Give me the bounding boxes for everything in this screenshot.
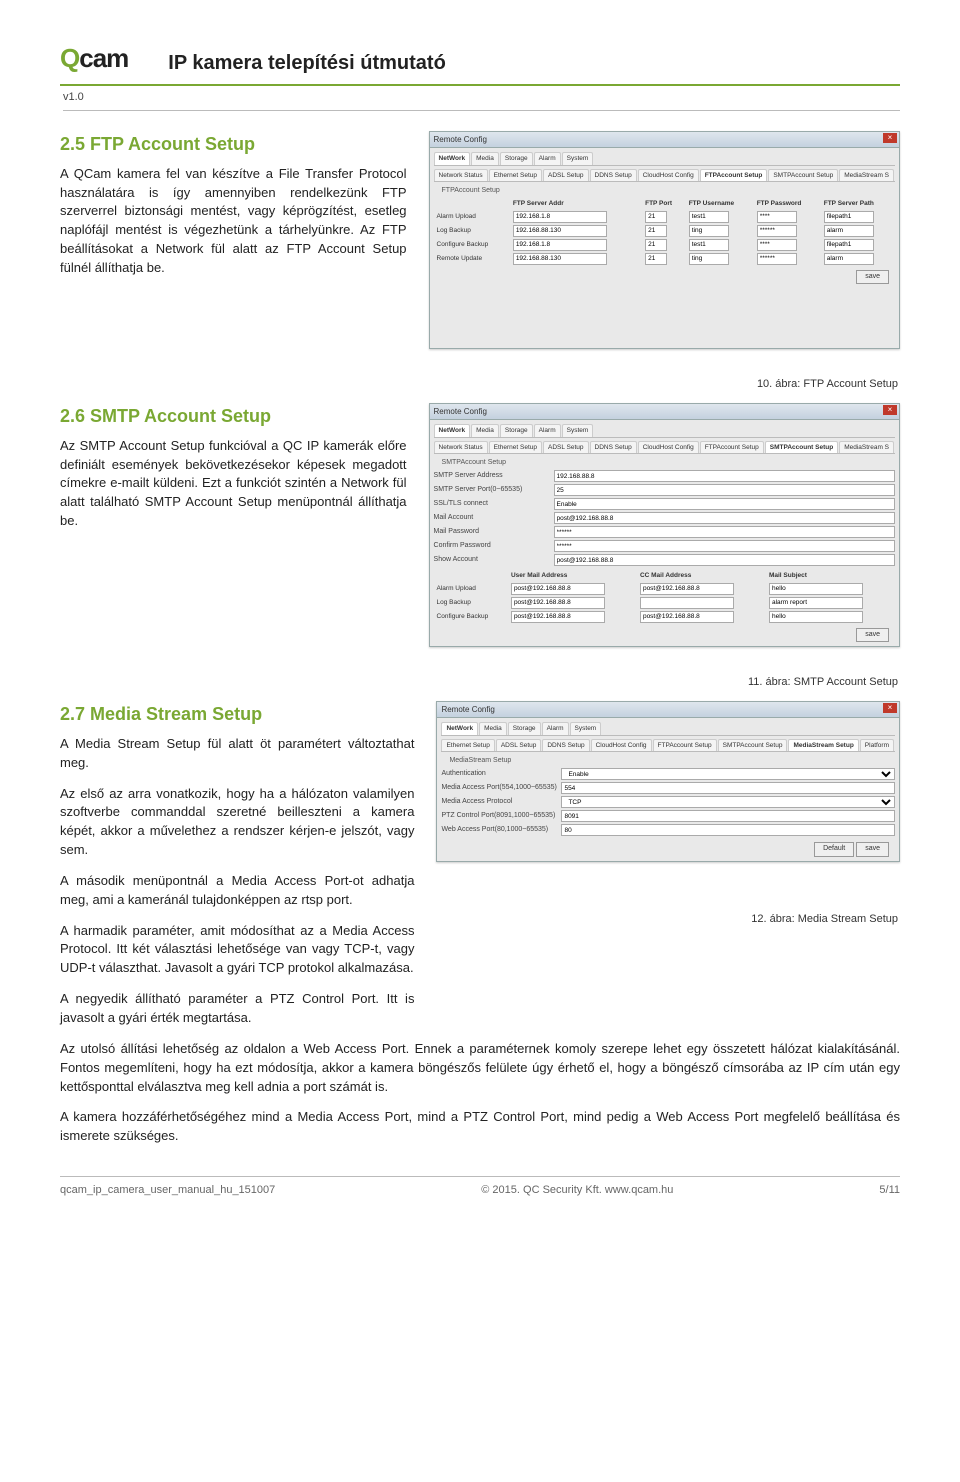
- body-2-7-p1: A Media Stream Setup fül alatt öt paramé…: [60, 735, 414, 773]
- body-2-7-p5: A negyedik állítható paraméter a PTZ Con…: [60, 990, 414, 1028]
- logo-suffix: cam: [79, 43, 128, 73]
- footer-left: qcam_ip_camera_user_manual_hu_151007: [60, 1183, 275, 1199]
- ssl-select[interactable]: [554, 498, 895, 510]
- screenshot-smtp: Remote Config× NetWork Media Storage Ala…: [429, 403, 900, 647]
- subtab[interactable]: SMTPAccount Setup: [768, 169, 838, 181]
- tab-system[interactable]: System: [562, 152, 594, 164]
- body-2-7-p4: A harmadik paraméter, amit módosíthat az…: [60, 922, 414, 979]
- logo: Qcam: [60, 40, 128, 78]
- ftp-server-input[interactable]: [513, 225, 607, 237]
- auth-select[interactable]: Enable: [561, 768, 895, 780]
- smtp-port-input[interactable]: [554, 484, 895, 496]
- subtab[interactable]: ADSL Setup: [543, 169, 589, 181]
- media-port-input[interactable]: [561, 782, 895, 794]
- web-port-input[interactable]: [561, 824, 895, 836]
- caption-10: 10. ábra: FTP Account Setup: [60, 377, 898, 393]
- tab-alarm[interactable]: Alarm: [534, 152, 561, 164]
- heading-2-5: 2.5 FTP Account Setup: [60, 131, 407, 157]
- ptz-port-input[interactable]: [561, 810, 895, 822]
- main-tabs: NetWork Media Storage Alarm System: [434, 152, 895, 165]
- protocol-select[interactable]: TCP: [561, 796, 895, 808]
- table-row: Configure Backup: [434, 238, 895, 252]
- caption-12: 12. ábra: Media Stream Setup: [436, 912, 898, 928]
- body-2-6: Az SMTP Account Setup funkcióval a QC IP…: [60, 437, 407, 531]
- ftp-table: FTP Server AddrFTP PortFTP UsernameFTP P…: [434, 198, 895, 265]
- subtab-ftp[interactable]: FTPAccount Setup: [700, 169, 768, 181]
- page-title: IP kamera telepítési útmutató: [168, 49, 446, 78]
- confirm-pass-input[interactable]: [554, 540, 895, 552]
- table-row: Log Backup: [434, 224, 895, 238]
- ftp-pass-input[interactable]: [757, 211, 797, 223]
- heading-2-7: 2.7 Media Stream Setup: [60, 701, 414, 727]
- subtab[interactable]: DDNS Setup: [590, 169, 637, 181]
- show-account-input[interactable]: [554, 554, 895, 566]
- body-2-7-p7: A kamera hozzáférhetőségéhez mind a Medi…: [60, 1108, 900, 1146]
- subtab[interactable]: Network Status: [434, 169, 488, 181]
- screenshot-media: Remote Config× NetWork Media Storage Ala…: [436, 701, 900, 862]
- close-icon[interactable]: ×: [883, 405, 897, 415]
- close-icon[interactable]: ×: [883, 703, 897, 713]
- version: v1.0: [63, 90, 900, 111]
- smtp-server-input[interactable]: [554, 470, 895, 482]
- default-button[interactable]: Default: [814, 842, 854, 856]
- ftp-user-input[interactable]: [689, 211, 729, 223]
- heading-2-6: 2.6 SMTP Account Setup: [60, 403, 407, 429]
- page-header: Qcam IP kamera telepítési útmutató: [60, 40, 900, 86]
- tab-network[interactable]: NetWork: [434, 152, 471, 164]
- table-row: Remote Update: [434, 252, 895, 266]
- subtab[interactable]: Ethernet Setup: [489, 169, 542, 181]
- subtab[interactable]: CloudHost Config: [638, 169, 699, 181]
- subtab[interactable]: MediaStream S: [839, 169, 894, 181]
- body-2-7-p3: A második menüpontnál a Media Access Por…: [60, 872, 414, 910]
- tab-media[interactable]: Media: [471, 152, 499, 164]
- mail-pass-input[interactable]: [554, 526, 895, 538]
- page-footer: qcam_ip_camera_user_manual_hu_151007 © 2…: [60, 1176, 900, 1199]
- logo-q: Q: [60, 43, 79, 73]
- window-title: Remote Config×: [430, 132, 899, 149]
- footer-right: 5/11: [879, 1183, 900, 1199]
- tab-storage[interactable]: Storage: [500, 152, 533, 164]
- table-row: Alarm Upload: [434, 210, 895, 224]
- save-button[interactable]: save: [856, 628, 889, 642]
- save-button[interactable]: save: [856, 842, 889, 856]
- ftp-path-input[interactable]: [824, 211, 874, 223]
- body-2-5: A QCam kamera fel van készítve a File Tr…: [60, 165, 407, 278]
- caption-11: 11. ábra: SMTP Account Setup: [60, 675, 898, 691]
- save-button[interactable]: save: [856, 270, 889, 284]
- mail-account-input[interactable]: [554, 512, 895, 524]
- panel-label: FTPAccount Setup: [442, 186, 895, 196]
- ftp-port-input[interactable]: [645, 211, 667, 223]
- ftp-server-input[interactable]: [513, 211, 607, 223]
- body-2-7-p2: Az első az arra vonatkozik, hogy ha a há…: [60, 785, 414, 860]
- footer-mid: © 2015. QC Security Kft. www.qcam.hu: [481, 1183, 673, 1199]
- close-icon[interactable]: ×: [883, 133, 897, 143]
- body-2-7-p6: Az utolsó állítási lehetőség az oldalon …: [60, 1040, 900, 1097]
- screenshot-ftp: Remote Config× NetWork Media Storage Ala…: [429, 131, 900, 349]
